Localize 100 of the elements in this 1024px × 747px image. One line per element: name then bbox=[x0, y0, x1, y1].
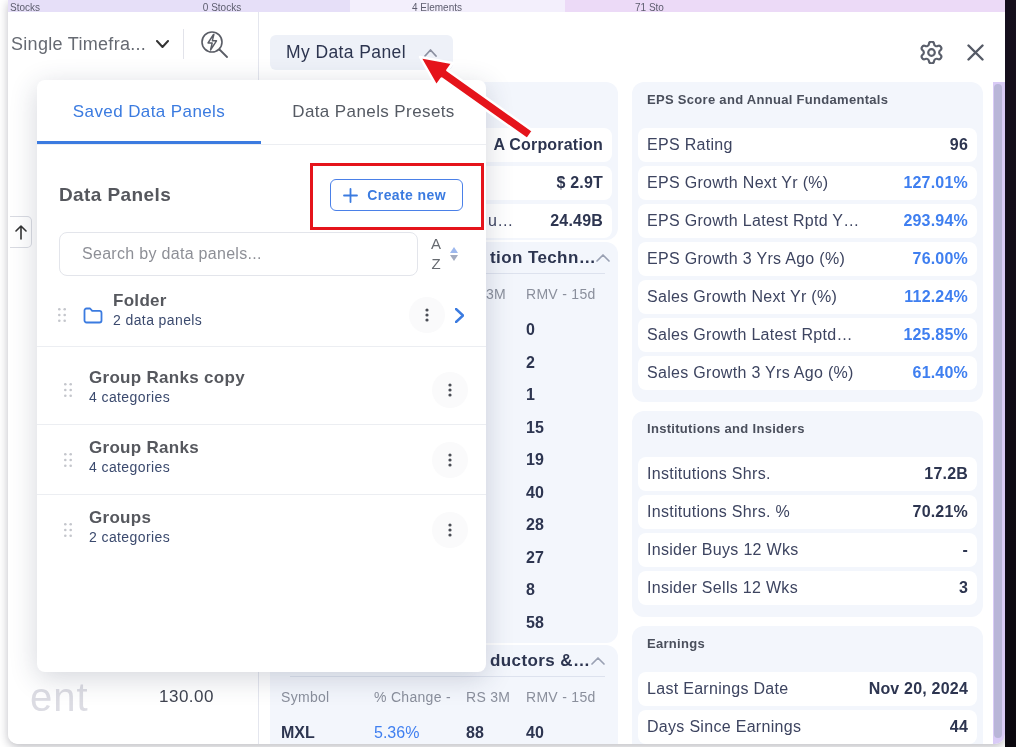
create-button[interactable]: Create new bbox=[330, 179, 463, 211]
row-value: 61.40% bbox=[912, 364, 968, 382]
section-title: ductors &… bbox=[490, 651, 591, 671]
timeframe-dropdown[interactable]: Single Timefra... bbox=[11, 33, 170, 55]
row-label: Sales Growth Next Yr (%) bbox=[647, 288, 838, 306]
column-header: RS 3M bbox=[466, 689, 511, 705]
row-label: Insider Sells 12 Wks bbox=[647, 579, 798, 597]
row-value: 44 bbox=[949, 718, 968, 736]
item-title: Group Ranks bbox=[89, 438, 200, 458]
table-cell: MXL bbox=[281, 724, 315, 742]
more-button[interactable] bbox=[432, 512, 468, 548]
table-cell: 58 bbox=[526, 613, 544, 631]
kebab-menu-icon bbox=[425, 308, 429, 322]
table-cell: 5.36% bbox=[374, 724, 420, 742]
item-subtitle: 2 data panels bbox=[113, 311, 203, 329]
row-value: 70.21% bbox=[912, 503, 968, 521]
row-label: u… bbox=[488, 212, 514, 230]
row-value: $ 2.9T bbox=[556, 174, 603, 192]
drag-handle-icon[interactable] bbox=[64, 523, 72, 537]
row-value: 125.85% bbox=[903, 326, 968, 344]
row-value: 17.2B bbox=[924, 465, 968, 483]
row-label: Sales Growth Latest Rptd… bbox=[647, 326, 853, 344]
item-title: Folder bbox=[113, 291, 167, 311]
section-title: tion Techn… bbox=[490, 248, 597, 268]
column-header: Symbol bbox=[281, 689, 330, 705]
summary-label: 0 Stocks bbox=[202, 2, 242, 13]
chevron-up-icon[interactable] bbox=[591, 657, 605, 665]
more-button[interactable] bbox=[409, 297, 445, 333]
kebab-menu-icon bbox=[448, 452, 452, 467]
chevron-right-icon[interactable] bbox=[455, 307, 464, 323]
chevron-down-icon bbox=[156, 40, 170, 48]
close-icon bbox=[967, 44, 984, 61]
table-cell: 88 bbox=[466, 724, 484, 742]
item-subtitle: 2 categories bbox=[89, 528, 171, 546]
section-heading: Data Panels bbox=[59, 184, 172, 206]
row-label: Last Earnings Date bbox=[647, 680, 789, 698]
row-value: - bbox=[962, 541, 968, 559]
row-value: 293.94% bbox=[903, 212, 968, 230]
sort-arrows-icon bbox=[450, 246, 458, 262]
bolt-search-icon[interactable] bbox=[200, 30, 229, 58]
summary-label: Stocks bbox=[10, 2, 40, 13]
search-field[interactable]: Search by data panels... bbox=[59, 232, 418, 276]
scrollbar[interactable] bbox=[993, 82, 1005, 744]
row-value: A Corporation bbox=[493, 136, 603, 154]
table-cell: 40 bbox=[526, 724, 544, 742]
tab[interactable]: Data Panels Presets bbox=[261, 80, 486, 144]
row-label: EPS Growth Latest Rptd Y… bbox=[647, 212, 860, 230]
row-label: EPS Growth 3 Yrs Ago (%) bbox=[647, 250, 846, 268]
price-text: 130.00 bbox=[159, 687, 214, 707]
sort-button[interactable]: A Z bbox=[431, 232, 458, 276]
panel-selector[interactable]: My Data Panel bbox=[270, 35, 453, 70]
table-cell: 2 bbox=[526, 353, 535, 371]
row-value: 3 bbox=[958, 579, 968, 597]
table-cell: 8 bbox=[526, 581, 535, 599]
drag-handle-icon[interactable] bbox=[64, 382, 72, 397]
row-label: Days Since Earnings bbox=[647, 718, 802, 736]
column-header: RMV - 15d bbox=[526, 689, 596, 705]
plus-icon bbox=[343, 187, 359, 203]
column-header: % Change - bbox=[374, 689, 451, 705]
row-value: 24.49B bbox=[550, 212, 603, 230]
arrow-up-icon bbox=[14, 224, 27, 240]
drag-handle-icon[interactable] bbox=[58, 308, 66, 322]
arrow-up-button[interactable] bbox=[10, 216, 32, 248]
folder-icon bbox=[83, 306, 103, 324]
more-button[interactable] bbox=[432, 441, 468, 478]
table-cell: 19 bbox=[526, 451, 544, 469]
table-cell: 0 bbox=[526, 321, 535, 339]
row-value: 112.24% bbox=[904, 288, 968, 306]
table-cell: 27 bbox=[526, 548, 544, 566]
row-label: Institutions Shrs. % bbox=[647, 503, 790, 521]
row-value: 76.00% bbox=[912, 250, 968, 268]
item-title: Groups bbox=[89, 508, 152, 528]
column-header: RMV - 15d bbox=[526, 286, 596, 302]
chevron-up-icon[interactable] bbox=[596, 254, 611, 262]
close-button[interactable] bbox=[967, 44, 984, 61]
table-cell: 28 bbox=[526, 516, 544, 534]
table-cell: 1 bbox=[526, 386, 535, 404]
drag-handle-icon[interactable] bbox=[64, 452, 72, 467]
card-title: Institutions and Insiders bbox=[647, 420, 805, 438]
tab[interactable]: Saved Data Panels bbox=[37, 80, 261, 144]
row-value: 127.01% bbox=[903, 174, 968, 192]
kebab-menu-icon bbox=[448, 523, 452, 537]
summary-label: 71 Sto bbox=[635, 2, 664, 13]
row-value: Nov 20, 2024 bbox=[868, 680, 968, 698]
row-value: 96 bbox=[949, 136, 968, 154]
card-title: EPS Score and Annual Fundamentals bbox=[647, 91, 889, 109]
settings-icon bbox=[920, 41, 943, 64]
row-label: Sales Growth 3 Yrs Ago (%) bbox=[647, 364, 854, 382]
item-subtitle: 4 categories bbox=[89, 458, 171, 476]
card-title: Earnings bbox=[647, 635, 706, 653]
table-cell: 15 bbox=[526, 418, 544, 436]
item-subtitle: 4 categories bbox=[89, 388, 171, 406]
row-label: Institutions Shrs. bbox=[647, 465, 771, 483]
kebab-menu-icon bbox=[448, 382, 452, 397]
row-label: EPS Growth Next Yr (%) bbox=[647, 174, 829, 192]
column-header: 3M bbox=[485, 286, 506, 302]
row-label: Insider Buys 12 Wks bbox=[647, 541, 799, 559]
row-label: EPS Rating bbox=[647, 136, 733, 154]
more-button[interactable] bbox=[432, 371, 468, 408]
settings-button[interactable] bbox=[920, 41, 943, 64]
